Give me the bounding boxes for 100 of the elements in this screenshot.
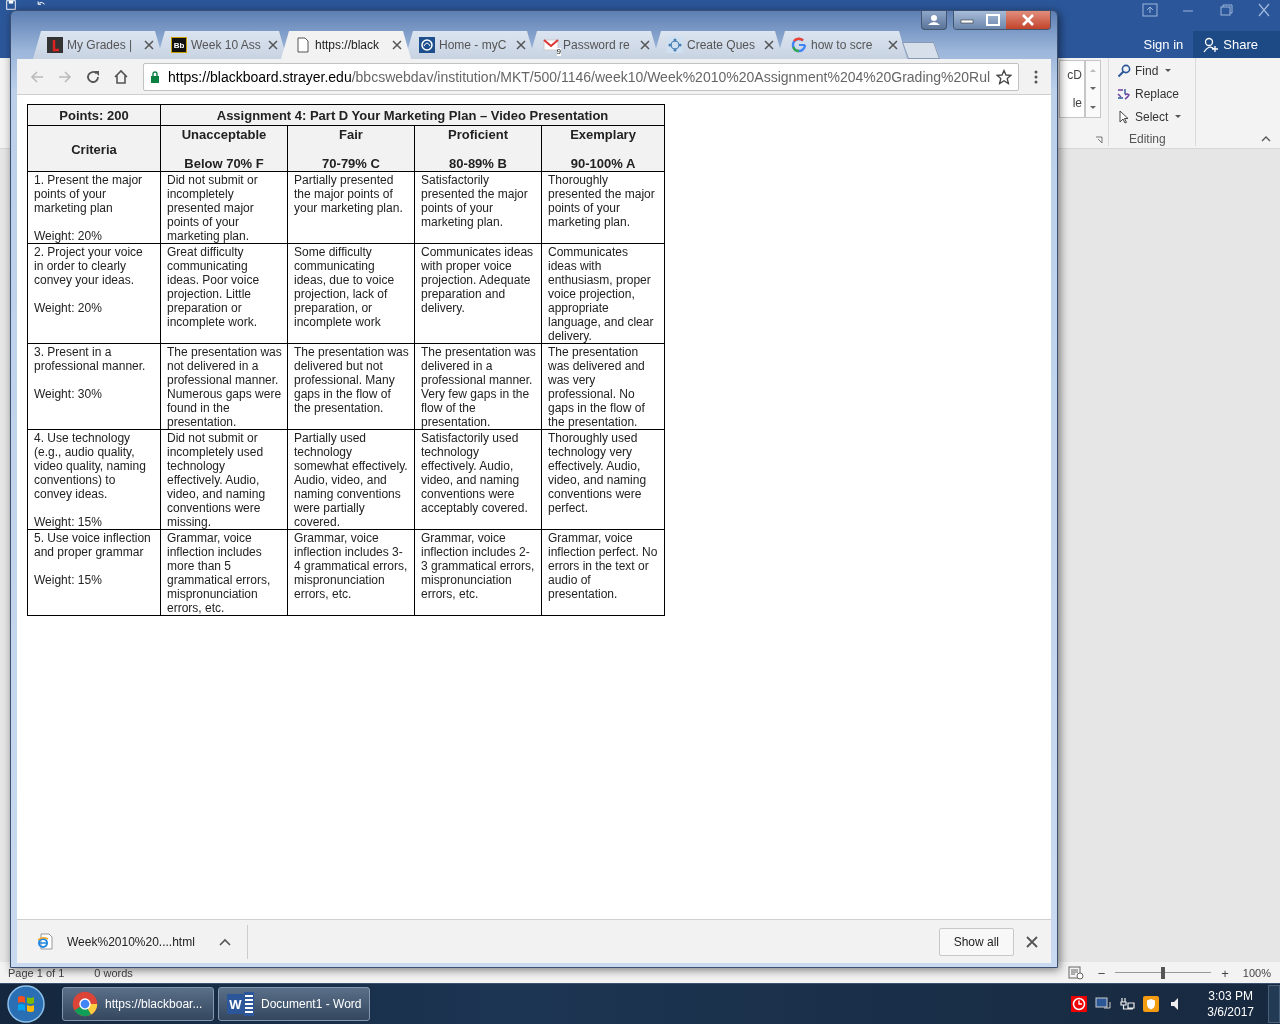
profile-icon[interactable] xyxy=(921,11,947,30)
table-cell-text: Did not submit or incompletely presented major points of your marketing plan. xyxy=(167,173,259,243)
styles-gallery[interactable]: cD le xyxy=(1059,60,1085,118)
table-cell: The presentation was delivered in a professional manner. Very few gaps in the flow of the presentation. xyxy=(421,345,536,429)
table-cell-text: Communicates ideas with proper voice projection. Adequate preparation and delivery. xyxy=(421,245,535,315)
table-cell-text: Thoroughly used technology very effectively. Audio, video, and naming conventions were perfect. xyxy=(548,431,648,515)
level-name: Fair xyxy=(338,127,364,142)
criterion-text: 3. Present in a professional manner. xyxy=(34,345,147,373)
close-button[interactable] xyxy=(1006,11,1050,29)
close-tab-icon[interactable] xyxy=(392,40,402,50)
table-cell-text: Did not submit or incompletely used technology effectively. Audio, video, and naming conventions were missing. xyxy=(167,431,267,529)
search-icon xyxy=(1117,63,1131,78)
criterion-text: 4. Use technology (e.g., audio quality, video quality, naming conventions) to convey ideas. xyxy=(34,431,147,501)
table-cell-text: Some difficulty communicating ideas, due to voice projection, lack of preparation, or incomplete work xyxy=(294,245,396,329)
minimize-button[interactable] xyxy=(954,11,980,29)
close-icon[interactable] xyxy=(1256,3,1272,17)
home-icon[interactable] xyxy=(113,68,129,85)
word-logo: W xyxy=(227,990,255,1018)
zoom-in-button[interactable]: + xyxy=(1221,965,1229,981)
weight-text: Weight: 20% xyxy=(34,229,103,243)
save-icon[interactable] xyxy=(6,0,16,10)
cursor-icon xyxy=(1117,109,1131,124)
chevron-up-icon[interactable] xyxy=(219,937,231,946)
collapse-ribbon-icon[interactable] xyxy=(1261,136,1271,142)
weight-text: Weight: 20% xyxy=(34,301,103,315)
table-cell: Partially used technology somewhat effectively. Audio, video, and naming conventions were partially covered. xyxy=(294,431,409,529)
table-cell-text: Partially presented the major points of your marketing plan. xyxy=(294,173,404,215)
close-tab-icon[interactable] xyxy=(888,40,898,50)
site-logo xyxy=(667,37,683,53)
table-cell: The presentation was not delivered in a professional manner. Numerous gaps were found in the presentation. xyxy=(167,345,282,429)
site-logo xyxy=(47,37,63,53)
table-cell-text: Great difficulty communicating ideas. Poor voice projection. Little preparation or incomplete work. xyxy=(167,245,261,329)
browser-tab[interactable]: https://black xyxy=(281,31,411,59)
close-tab-icon[interactable] xyxy=(144,40,154,50)
level-range: 70-79% C xyxy=(321,156,381,171)
table-cell-text: The presentation was delivered and was very professional. No gaps in the flow of the presentation. xyxy=(548,345,646,429)
power-plug-icon[interactable] xyxy=(1119,996,1136,1012)
taskbar-button[interactable]: W Document1 - Word xyxy=(218,987,370,1021)
close-tab-icon[interactable] xyxy=(764,40,774,50)
browser-tab[interactable]: how to scre xyxy=(777,31,907,59)
document-icon xyxy=(295,37,311,53)
level-name: Unacceptable xyxy=(180,127,268,142)
show-all-button[interactable]: Show all xyxy=(938,927,1014,956)
monitor-icon[interactable] xyxy=(1095,996,1112,1012)
system-clock[interactable]: 3:03 PM 3/6/2017 xyxy=(1207,988,1254,1020)
site-logo: Bb xyxy=(171,37,187,53)
level-name: Proficient xyxy=(447,127,509,142)
reload-icon[interactable] xyxy=(85,68,101,85)
lock-icon xyxy=(150,70,160,83)
status-text: 0 words xyxy=(94,967,133,979)
table-cell-text: Thoroughly presented the major points of your marketing plan. xyxy=(548,173,656,229)
criterion-text: 1. Present the major points of your marketing plan xyxy=(34,173,144,215)
table-cell-text: Communicates ideas with enthusiasm, proper voice projection, appropriate language, and clear delivery. xyxy=(548,245,655,343)
points-heading: Points: 200 xyxy=(59,108,129,123)
browser-logo xyxy=(71,990,99,1018)
start-button[interactable] xyxy=(6,984,46,1024)
web-layout-icon[interactable] xyxy=(1067,966,1084,980)
close-icon[interactable] xyxy=(1026,935,1038,948)
table-cell: The presentation was delivered but not professional. Many gaps in the flow of the presentation. xyxy=(294,345,409,415)
criterion-text: 5. Use voice inflection and proper grammar xyxy=(34,531,152,559)
clock-icon[interactable] xyxy=(1071,996,1088,1012)
close-tab-icon[interactable] xyxy=(516,40,526,50)
ribbon-display-icon[interactable] xyxy=(1142,3,1158,17)
share-button[interactable]: Share xyxy=(1193,31,1280,58)
restore-icon[interactable] xyxy=(1218,3,1234,17)
sign-in-link[interactable]: Sign in xyxy=(1143,37,1184,52)
assignment-title: Assignment 4: Part D Your Marketing Plan – Video Presentation xyxy=(216,108,609,123)
gallery-scrollbar[interactable] xyxy=(1085,60,1101,118)
download-item[interactable]: Week%2010%20....html xyxy=(37,932,237,951)
weight-text: Weight: 15% xyxy=(34,515,103,529)
bookmark-star-icon[interactable] xyxy=(996,68,1012,85)
taskbar-button[interactable]: https://blackboar... xyxy=(62,987,214,1021)
close-tab-icon[interactable] xyxy=(640,40,650,50)
level-range: 90-100% A xyxy=(569,156,637,171)
ribbon-command[interactable]: Select xyxy=(1117,105,1195,128)
menu-icon[interactable] xyxy=(1033,68,1039,85)
table-cell: Grammar, voice inflection includes 2-3 grammatical errors, mispronunciation errors, etc. xyxy=(421,531,536,601)
replace-icon xyxy=(1117,86,1131,101)
group-label: Editing xyxy=(1129,132,1166,146)
level-name: Exemplary xyxy=(569,127,637,142)
level-range: Below 70% F xyxy=(183,156,265,171)
site-logo xyxy=(419,37,435,53)
envelope-icon: 9 xyxy=(543,37,559,53)
file-icon xyxy=(37,932,53,951)
zoom-out-button[interactable]: − xyxy=(1097,965,1106,981)
dialog-launcher-icon[interactable] xyxy=(1095,136,1103,144)
table-cell-text: Satisfactorily used technology effectively. Audio, video, and naming conventions were acceptably covered. xyxy=(421,431,529,515)
address-bar[interactable]: https://blackboard.strayer.edu/bbcswebdav/institution/MKT/500/1146/week10/Week%2010%20Assignment%204%20Grading%20Rul xyxy=(143,62,1019,91)
ribbon-command[interactable]: Replace xyxy=(1117,82,1195,105)
criterion-text: 2. Project your voice in order to clearly convey your ideas. xyxy=(34,245,144,287)
maximize-button[interactable] xyxy=(980,11,1006,29)
add-person-icon xyxy=(1203,36,1220,53)
site-logo xyxy=(791,37,807,53)
table-cell-text: Grammar, voice inflection perfect. No errors in the text or audio of presentation. xyxy=(548,531,659,601)
weight-text: Weight: 15% xyxy=(34,573,103,587)
weight-text: Weight: 30% xyxy=(34,387,103,401)
close-tab-icon[interactable] xyxy=(268,40,278,50)
ribbon-command[interactable]: Find xyxy=(1117,59,1195,82)
shield-icon[interactable] xyxy=(1143,996,1160,1012)
status-text: Page 1 of 1 xyxy=(8,967,65,979)
